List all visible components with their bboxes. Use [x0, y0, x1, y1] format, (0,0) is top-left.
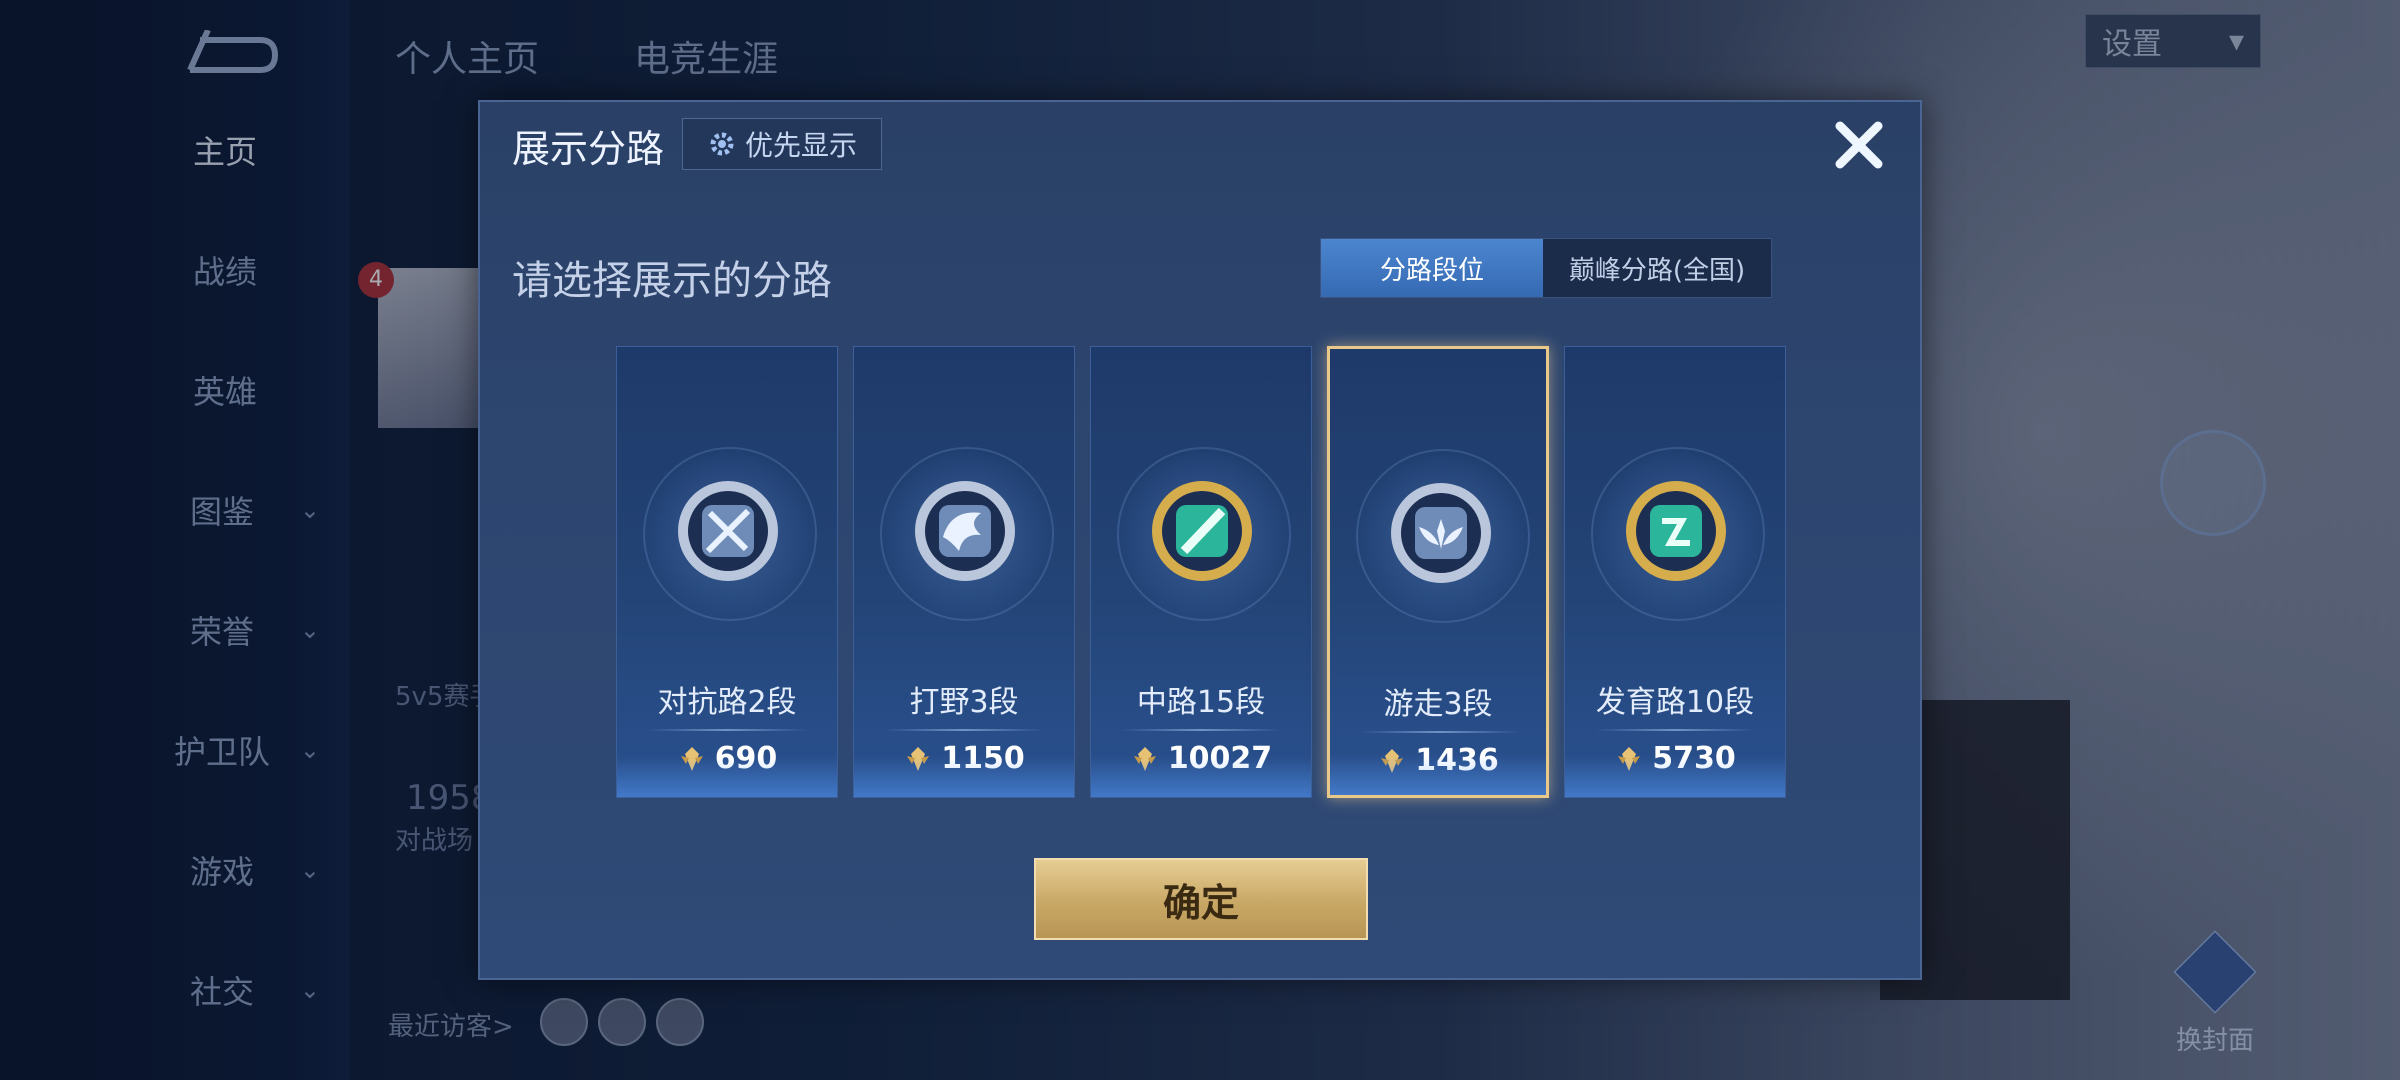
card-bottom-glow: [1330, 755, 1546, 795]
priority-display-label: 优先显示: [744, 129, 857, 162]
lane-card[interactable]: 对抗路2段690: [616, 346, 838, 798]
divider: [1360, 731, 1520, 733]
lane-rank-label: 对抗路2段: [657, 685, 797, 720]
divider: [884, 729, 1044, 731]
dragon-rank-icon: [911, 477, 1019, 585]
divider: [647, 729, 807, 731]
tab-peak-lane[interactable]: 巅峰分路(全国): [1543, 239, 1771, 297]
slash-rank-icon: [1148, 477, 1256, 585]
lane-mode-toggle: 分路段位 巅峰分路(全国): [1320, 238, 1772, 298]
card-bottom-glow: [617, 757, 837, 797]
card-bottom-glow: [1091, 757, 1311, 797]
card-bottom-glow: [854, 757, 1074, 797]
divider: [1595, 729, 1755, 731]
lane-card[interactable]: 游走3段1436: [1327, 346, 1549, 798]
close-button[interactable]: [1828, 114, 1890, 176]
lane-card[interactable]: 中路15段10027: [1090, 346, 1312, 798]
sword-rank-icon: [674, 477, 782, 585]
lane-rank-label: 游走3段: [1383, 687, 1493, 722]
lane-rank-label: 发育路10段: [1595, 685, 1755, 720]
gear-icon: [710, 132, 734, 156]
tab-lane-rank[interactable]: 分路段位: [1321, 239, 1543, 297]
lane-card[interactable]: 发育路10段5730: [1564, 346, 1786, 798]
display-lane-dialog: 展示分路 优先显示 请选择展示的分路 分路段位 巅峰分路(全国) 对抗路2段69…: [478, 100, 1922, 980]
lane-list: 对抗路2段690打野3段1150中路15段10027游走3段1436发育路10段…: [616, 346, 1786, 798]
card-bottom-glow: [1565, 757, 1785, 797]
divider: [1121, 729, 1281, 731]
lane-rank-label: 打野3段: [909, 685, 1019, 720]
wings-rank-icon: [1387, 479, 1495, 587]
dialog-header: 展示分路 优先显示: [480, 102, 1920, 182]
lane-card[interactable]: 打野3段1150: [853, 346, 1075, 798]
confirm-button[interactable]: 确定: [1034, 858, 1368, 940]
priority-display-button[interactable]: 优先显示: [682, 118, 882, 170]
lane-rank-label: 中路15段: [1136, 685, 1266, 720]
dialog-subtitle: 请选择展示的分路: [512, 258, 832, 304]
close-icon: [1835, 121, 1883, 169]
dialog-title: 展示分路: [512, 127, 665, 171]
bow-rank-icon: [1622, 477, 1730, 585]
